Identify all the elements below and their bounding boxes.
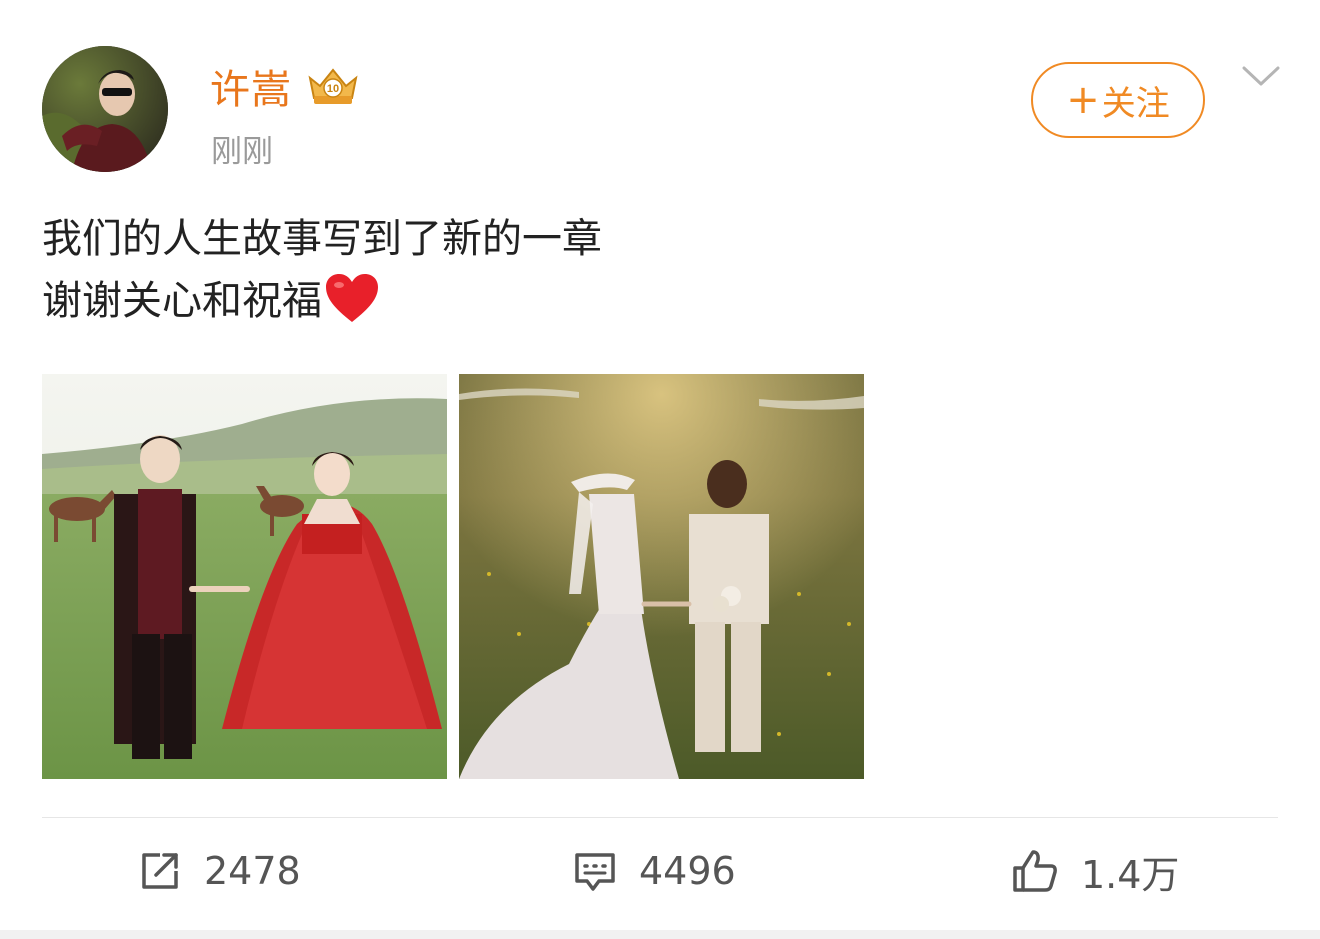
post-text: 我们的人生故事写到了新的一章 谢谢关心和祝福 (42, 208, 602, 332)
comment-button[interactable]: 4496 (573, 842, 736, 900)
like-button[interactable]: 1.4万 (1011, 842, 1179, 900)
chevron-down-icon[interactable] (1241, 60, 1281, 90)
avatar[interactable] (42, 46, 168, 172)
red-heart-icon (326, 274, 378, 322)
plus-icon: + (1066, 77, 1100, 123)
post-image-1[interactable] (42, 374, 447, 779)
post-text-line-2-text: 谢谢关心和祝福 (42, 278, 322, 324)
thumbs-up-icon (1013, 850, 1057, 892)
follow-label: 关注 (1101, 83, 1170, 124)
vip-crown-badge-icon[interactable]: 10 (306, 64, 360, 108)
username[interactable]: 许嵩 (210, 57, 292, 115)
vip-level: 10 (327, 83, 339, 95)
author-row: 许嵩 10 (210, 58, 360, 114)
post-text-line-2: 谢谢关心和祝福 (42, 270, 602, 332)
like-count: 1.4万 (1081, 852, 1180, 897)
post-text-line-1: 我们的人生故事写到了新的一章 (42, 216, 602, 262)
weibo-post: 许嵩 10 刚刚 + 关注 我们的人生故事写到了新的一章 谢谢关心和祝福 247… (0, 0, 1320, 939)
comment-icon (575, 853, 615, 891)
repost-icon (142, 853, 178, 889)
timestamp: 刚刚 (211, 134, 273, 170)
comment-count: 4496 (639, 849, 736, 893)
repost-count: 2478 (204, 849, 301, 893)
divider (42, 817, 1278, 818)
follow-button[interactable]: + 关注 (1031, 62, 1205, 138)
post-image-2[interactable] (459, 374, 864, 779)
bottom-separator (0, 930, 1320, 939)
repost-button[interactable]: 2478 (138, 842, 301, 900)
